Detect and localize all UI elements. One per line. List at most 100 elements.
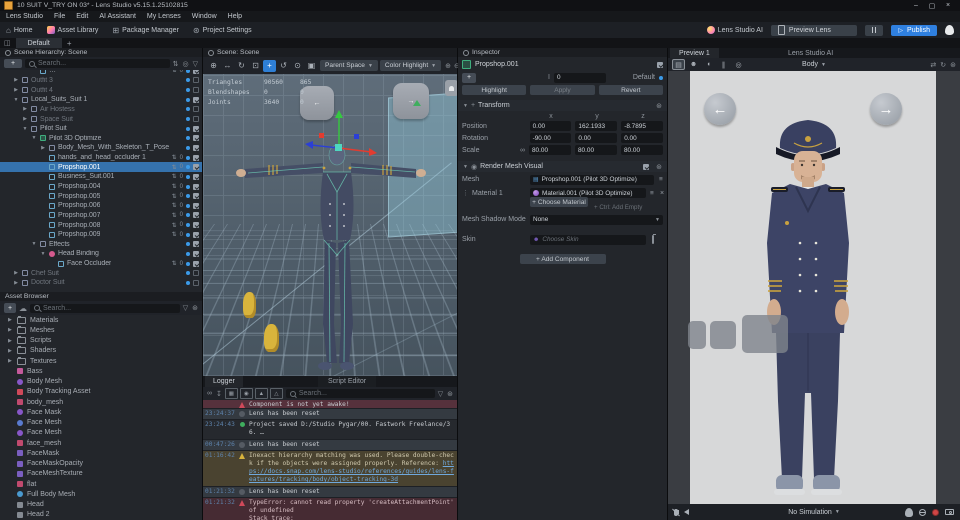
pause-preview-icon[interactable]: ∥ [717,59,730,70]
enabled-checkbox[interactable] [193,241,199,248]
expand-arrow-icon[interactable]: ▶ [8,338,13,344]
hierarchy-item[interactable]: ▶ Doctor Suit [0,278,202,288]
language-globe-icon[interactable] [919,508,926,516]
hierarchy-item[interactable]: Propshop.001 ⇅ 0 [0,162,202,173]
menu-item-help[interactable]: Help [228,13,242,20]
expand-arrow-icon[interactable]: ▼ [31,135,37,141]
notification-bell-icon[interactable] [905,507,913,517]
speaker-icon[interactable] [676,509,689,515]
menu-item-file[interactable]: File [54,13,65,20]
add-asset-button[interactable]: + [4,303,16,313]
enabled-checkbox[interactable] [193,173,199,180]
chat-overlay-icon[interactable]: ◖ [702,59,715,70]
reset-preview-icon[interactable]: ↻ [940,61,946,69]
hierarchy-item[interactable]: Business_Suit.001 ⇅ 0 [0,172,202,182]
yellow-figure-object[interactable] [243,292,256,318]
object-enabled-checkbox[interactable] [657,61,663,68]
record-icon[interactable] [932,508,939,516]
visibility-toggle-icon[interactable]: ◎ [183,60,189,68]
rotate-tool-icon[interactable]: ↺ [277,60,290,72]
filter-info-icon[interactable]: ▦ [224,388,238,399]
hierarchy-item[interactable]: ▼ Local_Suits_Suit 1 [0,95,202,105]
hierarchy-item[interactable]: ▶ Chef Suit [0,268,202,278]
filter-icon[interactable]: ▽ [438,390,443,398]
hierarchy-item[interactable]: Propshop.008 ⇅ 0 [0,220,202,230]
asset-item[interactable]: Body Mesh [0,377,202,387]
move-tool-icon[interactable]: + [263,59,276,72]
mesh-field[interactable]: ▤ Propshop.001 (Pilot 3D Optimize) [530,174,654,185]
log-entry[interactable]: Component is not yet awake! [203,400,457,409]
expand-arrow-icon[interactable]: ▶ [8,358,13,364]
component-enabled-checkbox[interactable] [643,163,650,170]
enabled-checkbox[interactable] [193,87,199,94]
project-settings-button[interactable]: ⊛ Project Settings [193,26,252,35]
bell-3d-object[interactable] [445,80,457,96]
body-mode-dropdown[interactable]: Body ▼ [802,61,826,68]
previous-outfit-arrow-button[interactable]: ← [704,93,736,125]
expand-arrow-icon[interactable]: ▼ [13,97,19,103]
hierarchy-item[interactable]: ▶ Air Hostess [0,105,202,115]
expand-arrow-icon[interactable]: ▶ [8,317,13,323]
log-entry[interactable]: 01:16:42 Inexact hierarchy matching was u… [203,450,457,487]
transform-value-input[interactable]: 0.00 [621,133,664,143]
gear-icon[interactable]: ⊛ [656,102,662,110]
hierarchy-item[interactable]: ▼ Effects [0,240,202,250]
workspace-tab-default[interactable]: Default [15,38,62,48]
close-button[interactable]: × [940,2,956,9]
hierarchy-item[interactable]: Propshop.007 ⇅ 0 [0,211,202,221]
expand-arrow-icon[interactable]: ▶ [8,327,13,333]
skin-field[interactable]: ☻ Choose Skin [530,234,646,245]
asset-search-input[interactable]: Search... [30,303,180,313]
asset-item[interactable]: face_mesh [0,438,202,448]
link-scale-icon[interactable]: ∞ [520,147,525,154]
expand-arrow-icon[interactable]: ▶ [13,270,19,276]
highlight-button[interactable]: Highlight [462,85,527,95]
render-mesh-visual-header[interactable]: ▼ ◉ Render Mesh Visual ⊛ [458,161,667,172]
filter-error-icon[interactable]: △ [269,388,283,399]
enabled-checkbox[interactable] [193,212,199,219]
gear-icon[interactable]: ⊛ [656,163,662,171]
hierarchy-item[interactable]: ▶ Outfit 4 [0,85,202,95]
enabled-checkbox[interactable] [193,202,199,209]
publish-button[interactable]: ▷ Publish [891,24,937,36]
right-arrow-3d-object[interactable]: → [393,83,429,119]
asset-item[interactable]: flat [0,479,202,489]
transform-value-input[interactable]: 80.00 [529,145,571,155]
expand-arrow-icon[interactable]: ▶ [13,280,19,286]
link-icon[interactable]: ∞ [207,390,212,397]
home-button[interactable]: ⌂ Home [6,26,33,35]
preview-lens-button[interactable]: Preview Lens [770,24,857,36]
face-view-icon[interactable]: ☻ [687,59,700,70]
log-entry[interactable]: 00:47:26 Lens has been reset [203,439,457,451]
cloud-assets-icon[interactable]: ☁ [19,304,27,313]
logger-search-input[interactable]: Search... [285,389,435,398]
transform-value-input[interactable]: 162.1933 [575,121,618,131]
menu-item-edit[interactable]: Edit [76,13,88,20]
preview-viewport[interactable]: ← → [668,71,960,504]
enabled-checkbox[interactable] [193,222,199,229]
screenshot-camera-icon[interactable] [945,509,954,515]
transform-value-input[interactable]: 0.00 [575,133,618,143]
expand-arrow-icon[interactable]: ▶ [40,145,46,151]
material-options-icon[interactable]: ≡ [650,190,654,197]
expand-arrow-icon[interactable]: ▼ [40,251,46,257]
asset-item[interactable]: ▶ Materials [0,315,202,325]
filter-icon[interactable]: ▽ [183,304,188,312]
hierarchy-search-input[interactable]: Search... [25,59,170,68]
hierarchy-item[interactable]: ▼ Head Binding [0,249,202,259]
hierarchy-item[interactable]: ▼ Pilot Suit [0,124,202,134]
asset-item[interactable]: ▶ Shaders [0,346,202,356]
mesh-options-icon[interactable]: ≡ [659,176,663,183]
hierarchy-item[interactable]: ▼ Pilot 3D Optimize [0,133,202,143]
enabled-checkbox[interactable] [193,70,199,74]
sort-order-icon[interactable]: ⇅ [173,60,179,68]
filter-warning-icon[interactable]: ▲ [254,388,268,399]
asset-item[interactable]: Bass [0,366,202,376]
tab-logger[interactable]: Logger [205,376,243,387]
asset-item[interactable]: Head 2 [0,510,202,520]
transform-value-input[interactable]: -90.00 [529,133,572,143]
log-entry[interactable]: 01:21:32 Lens has been reset [203,486,457,498]
asset-item[interactable]: Head [0,500,202,510]
expand-arrow-icon[interactable]: ▶ [22,116,28,122]
tab-script-editor[interactable]: Script Editor [318,376,377,387]
